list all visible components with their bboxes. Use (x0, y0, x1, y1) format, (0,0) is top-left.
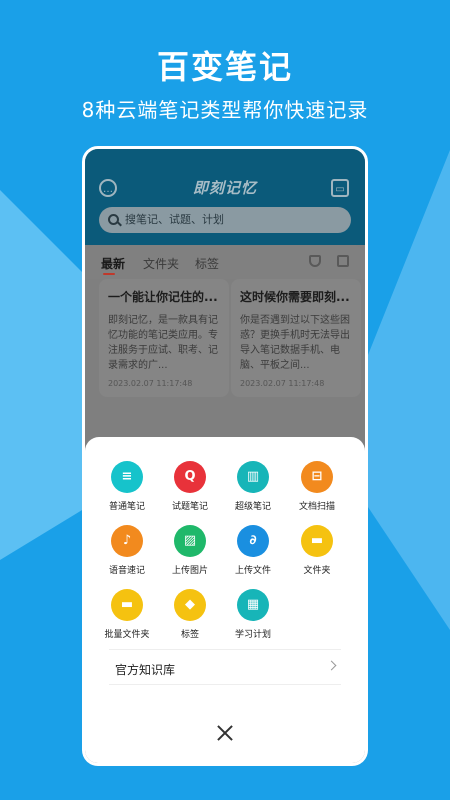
image-icon: ▨ (174, 525, 206, 557)
app-title: 即刻记忆 (192, 179, 257, 197)
inbox-icon[interactable]: ▭ (331, 179, 349, 197)
create-option-image[interactable]: ▨ 上传图片 (160, 525, 220, 576)
knowledge-base-row[interactable]: 官方知识库 (109, 649, 341, 685)
create-option-label: 批量文件夹 (104, 630, 150, 640)
create-option-folder[interactable]: ▬ 文件夹 (287, 525, 347, 576)
note-card-date: 2023.02.07 11:17:48 (240, 379, 325, 388)
knowledge-base-label: 官方知识库 (115, 663, 176, 677)
scan-icon: ⊟ (301, 461, 333, 493)
filter-icon[interactable] (309, 255, 321, 267)
attachment-icon: ∂ (237, 525, 269, 557)
create-option-calendar[interactable]: ▦ 学习计划 (223, 589, 283, 640)
note-card-body: 即刻记忆，是一款具有记忆功能的笔记类应用。专注服务于应试、职考、记录需求的广..… (108, 315, 218, 371)
app-screen: … 即刻记忆 ▭ 搜笔记、试题、计划 最新 文件夹 标签 一个能让你记住的...… (85, 149, 365, 763)
create-option-note[interactable]: ≡ 普通笔记 (97, 461, 157, 512)
tab-folders[interactable]: 文件夹 (143, 255, 179, 272)
create-option-label: 标签 (180, 630, 199, 640)
create-option-scan[interactable]: ⊟ 文档扫描 (287, 461, 347, 512)
tab-active-indicator (103, 273, 115, 275)
tab-tags[interactable]: 标签 (195, 255, 219, 272)
create-option-label: 超级笔记 (234, 502, 271, 512)
create-option-attachment[interactable]: ∂ 上传文件 (223, 525, 283, 576)
calendar-icon: ▦ (237, 589, 269, 621)
microphone-icon: ♪ (111, 525, 143, 557)
app-header: … 即刻记忆 ▭ 搜笔记、试题、计划 (85, 149, 365, 245)
promo-subline: 8种云端笔记类型帮你快速记录 (81, 98, 369, 122)
create-option-label: 学习计划 (234, 630, 271, 640)
folder-icon: ▬ (301, 525, 333, 557)
create-option-label: 试题笔记 (171, 502, 208, 512)
search-icon (108, 214, 119, 225)
create-option-tag[interactable]: ◆ 标签 (160, 589, 220, 640)
folder-batch-icon: ▬ (111, 589, 143, 621)
search-input[interactable]: 搜笔记、试题、计划 (99, 207, 351, 233)
create-option-label: 上传文件 (234, 566, 271, 576)
note-card-title: 这时候你需要即刻... (240, 290, 350, 304)
tab-bar: 最新 文件夹 标签 (85, 245, 365, 279)
create-option-folder-batch[interactable]: ▬ 批量文件夹 (97, 589, 157, 640)
promo-headline: 百变笔记 (156, 48, 293, 86)
create-option-book[interactable]: ▥ 超级笔记 (223, 461, 283, 512)
create-option-quiz[interactable]: Q 试题笔记 (160, 461, 220, 512)
tab-latest[interactable]: 最新 (101, 255, 125, 272)
note-card[interactable]: 一个能让你记住的... 即刻记忆，是一款具有记忆功能的笔记类应用。专注服务于应试… (99, 279, 229, 397)
create-option-label: 文件夹 (303, 566, 331, 576)
quiz-icon: Q (174, 461, 206, 493)
note-icon: ≡ (111, 461, 143, 493)
create-option-label: 语音速记 (108, 566, 145, 576)
book-icon: ▥ (237, 461, 269, 493)
create-option-microphone[interactable]: ♪ 语音速记 (97, 525, 157, 576)
phone-frame: … 即刻记忆 ▭ 搜笔记、试题、计划 最新 文件夹 标签 一个能让你记住的...… (82, 146, 368, 766)
create-option-label: 上传图片 (171, 566, 208, 576)
grid-view-icon[interactable] (337, 255, 349, 267)
note-card-date: 2023.02.07 11:17:48 (108, 379, 193, 388)
chevron-right-icon (326, 660, 337, 671)
close-icon[interactable] (217, 725, 233, 741)
note-card[interactable]: 这时候你需要即刻... 你是否遇到过以下这些困惑？更换手机时无法导出导入笔记数据… (231, 279, 361, 397)
tag-icon: ◆ (174, 589, 206, 621)
create-option-label: 文档扫描 (298, 502, 335, 512)
create-option-label: 普通笔记 (108, 502, 145, 512)
create-bottom-sheet: ≡ 普通笔记 Q 试题笔记 ▥ 超级笔记 ⊟ 文档扫描 ♪ 语音速记 ▨ 上传图片 ∂ 上传文件 ▬ 文件夹 ▬… (85, 437, 365, 763)
note-card-title: 一个能让你记住的... (108, 290, 218, 304)
note-card-body: 你是否遇到过以下这些困惑？更换手机时无法导出导入笔记数据手机、电脑、平板之间..… (240, 315, 350, 371)
search-placeholder: 搜笔记、试题、计划 (125, 213, 224, 226)
